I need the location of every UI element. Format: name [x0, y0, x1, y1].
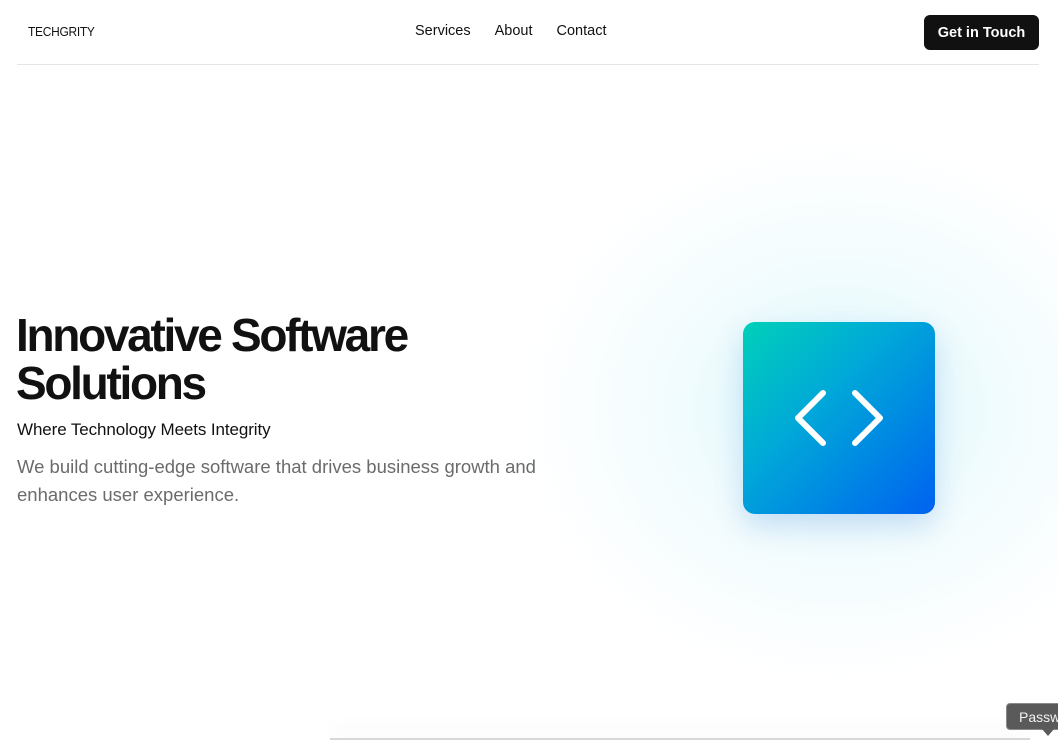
- page: TECHGRITY Services About Contact Get in …: [0, 0, 1058, 740]
- code-illustration-card: [743, 322, 935, 514]
- password-tooltip: Passw: [1006, 703, 1058, 730]
- site-header: TECHGRITY Services About Contact Get in …: [17, 0, 1039, 65]
- tooltip-tail: [1042, 729, 1054, 736]
- hero-title: Innovative Software Solutions: [16, 309, 409, 409]
- main-nav: Services About Contact: [415, 23, 607, 39]
- get-in-touch-button[interactable]: Get in Touch: [924, 15, 1039, 50]
- logo[interactable]: TECHGRITY: [28, 24, 95, 39]
- code-brackets-icon: [795, 390, 883, 446]
- nav-link-services[interactable]: Services: [415, 23, 471, 39]
- hero-subtitle: Where Technology Meets Integrity: [17, 420, 271, 439]
- nav-link-contact[interactable]: Contact: [557, 23, 607, 39]
- hero-description: We build cutting-edge software that driv…: [17, 456, 536, 505]
- nav-link-about[interactable]: About: [495, 23, 533, 39]
